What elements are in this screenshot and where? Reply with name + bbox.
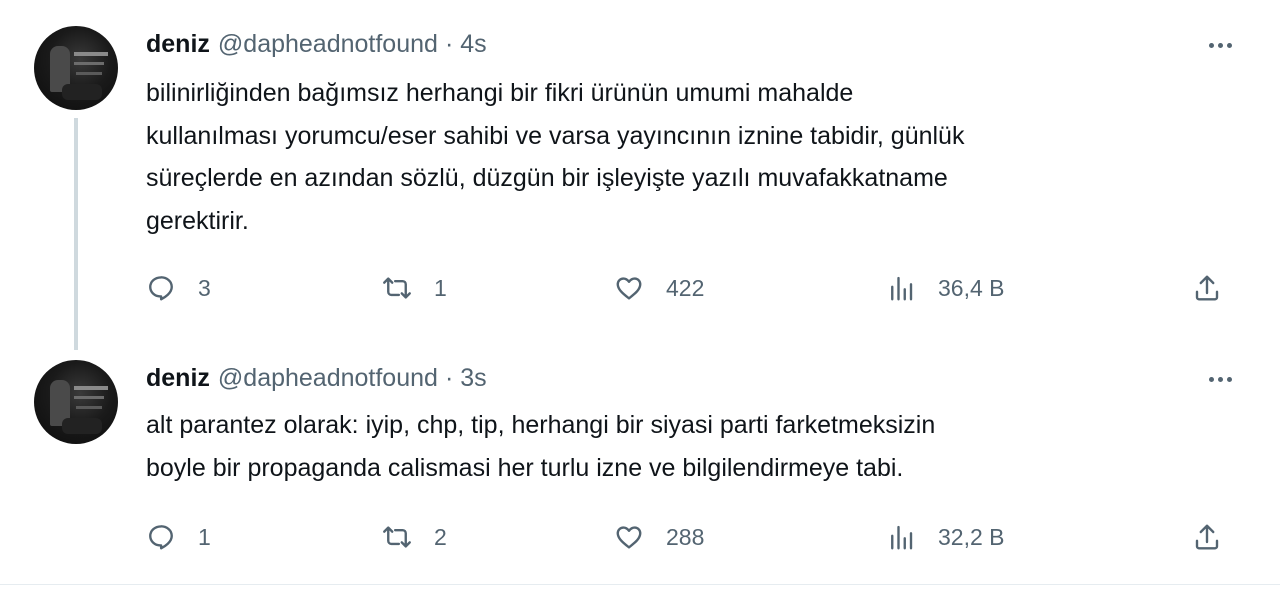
retweet-icon [383, 277, 411, 299]
reply-count: 3 [198, 274, 211, 301]
reply-icon [149, 276, 173, 301]
author-handle[interactable]: @dapheadnotfound [218, 364, 438, 393]
tweet[interactable]: deniz @dapheadnotfound · 3s alt parantez… [0, 350, 1280, 586]
views-icon [891, 525, 913, 550]
views-button[interactable]: 36,4 B [886, 268, 1005, 308]
avatar[interactable] [34, 360, 118, 444]
like-button[interactable]: 422 [614, 268, 704, 308]
tweet-text: alt parantez olarak: iyip, chp, tip, her… [146, 411, 936, 482]
tweet[interactable]: deniz @dapheadnotfound · 4s bilinirliğin… [0, 0, 1280, 350]
heart-icon [616, 277, 642, 300]
tweet-actions: 1 2 288 32,2 B [146, 517, 1236, 557]
thread-line [74, 118, 78, 350]
heart-icon [616, 526, 642, 549]
retweet-icon [383, 526, 411, 548]
share-button[interactable] [1192, 517, 1222, 557]
share-icon [1195, 524, 1219, 550]
timestamp[interactable]: 3s [460, 364, 486, 393]
share-icon [1195, 275, 1219, 301]
more-options-icon[interactable] [1200, 364, 1240, 394]
retweet-count: 2 [434, 523, 447, 550]
reply-count: 1 [198, 523, 211, 550]
like-count: 422 [666, 274, 705, 301]
more-options-icon[interactable] [1200, 30, 1240, 60]
author-name[interactable]: deniz [146, 364, 210, 393]
tweet-actions: 3 1 422 36,4 B [146, 268, 1236, 308]
views-count: 36,4 B [938, 274, 1005, 301]
retweet-button[interactable]: 2 [382, 517, 447, 557]
views-button[interactable]: 32,2 B [886, 517, 1005, 557]
like-button[interactable]: 288 [614, 517, 704, 557]
avatar[interactable] [34, 26, 118, 110]
tweet-header: deniz @dapheadnotfound · 4s [146, 26, 487, 62]
timestamp[interactable]: 4s [460, 30, 486, 59]
share-button[interactable] [1192, 268, 1222, 308]
views-count: 32,2 B [938, 523, 1005, 550]
author-handle[interactable]: @dapheadnotfound [218, 30, 438, 59]
like-count: 288 [666, 523, 705, 550]
divider [0, 584, 1280, 585]
separator: · [444, 363, 454, 392]
retweet-count: 1 [434, 274, 447, 301]
reply-button[interactable]: 3 [146, 268, 211, 308]
tweet-text: bilinirliğinden bağımsız herhangi bir fi… [146, 79, 965, 235]
separator: · [444, 29, 454, 58]
tweet-header: deniz @dapheadnotfound · 3s [146, 360, 487, 396]
author-name[interactable]: deniz [146, 30, 210, 59]
retweet-button[interactable]: 1 [382, 268, 447, 308]
reply-icon [149, 525, 173, 550]
reply-button[interactable]: 1 [146, 517, 211, 557]
views-icon [891, 276, 913, 301]
